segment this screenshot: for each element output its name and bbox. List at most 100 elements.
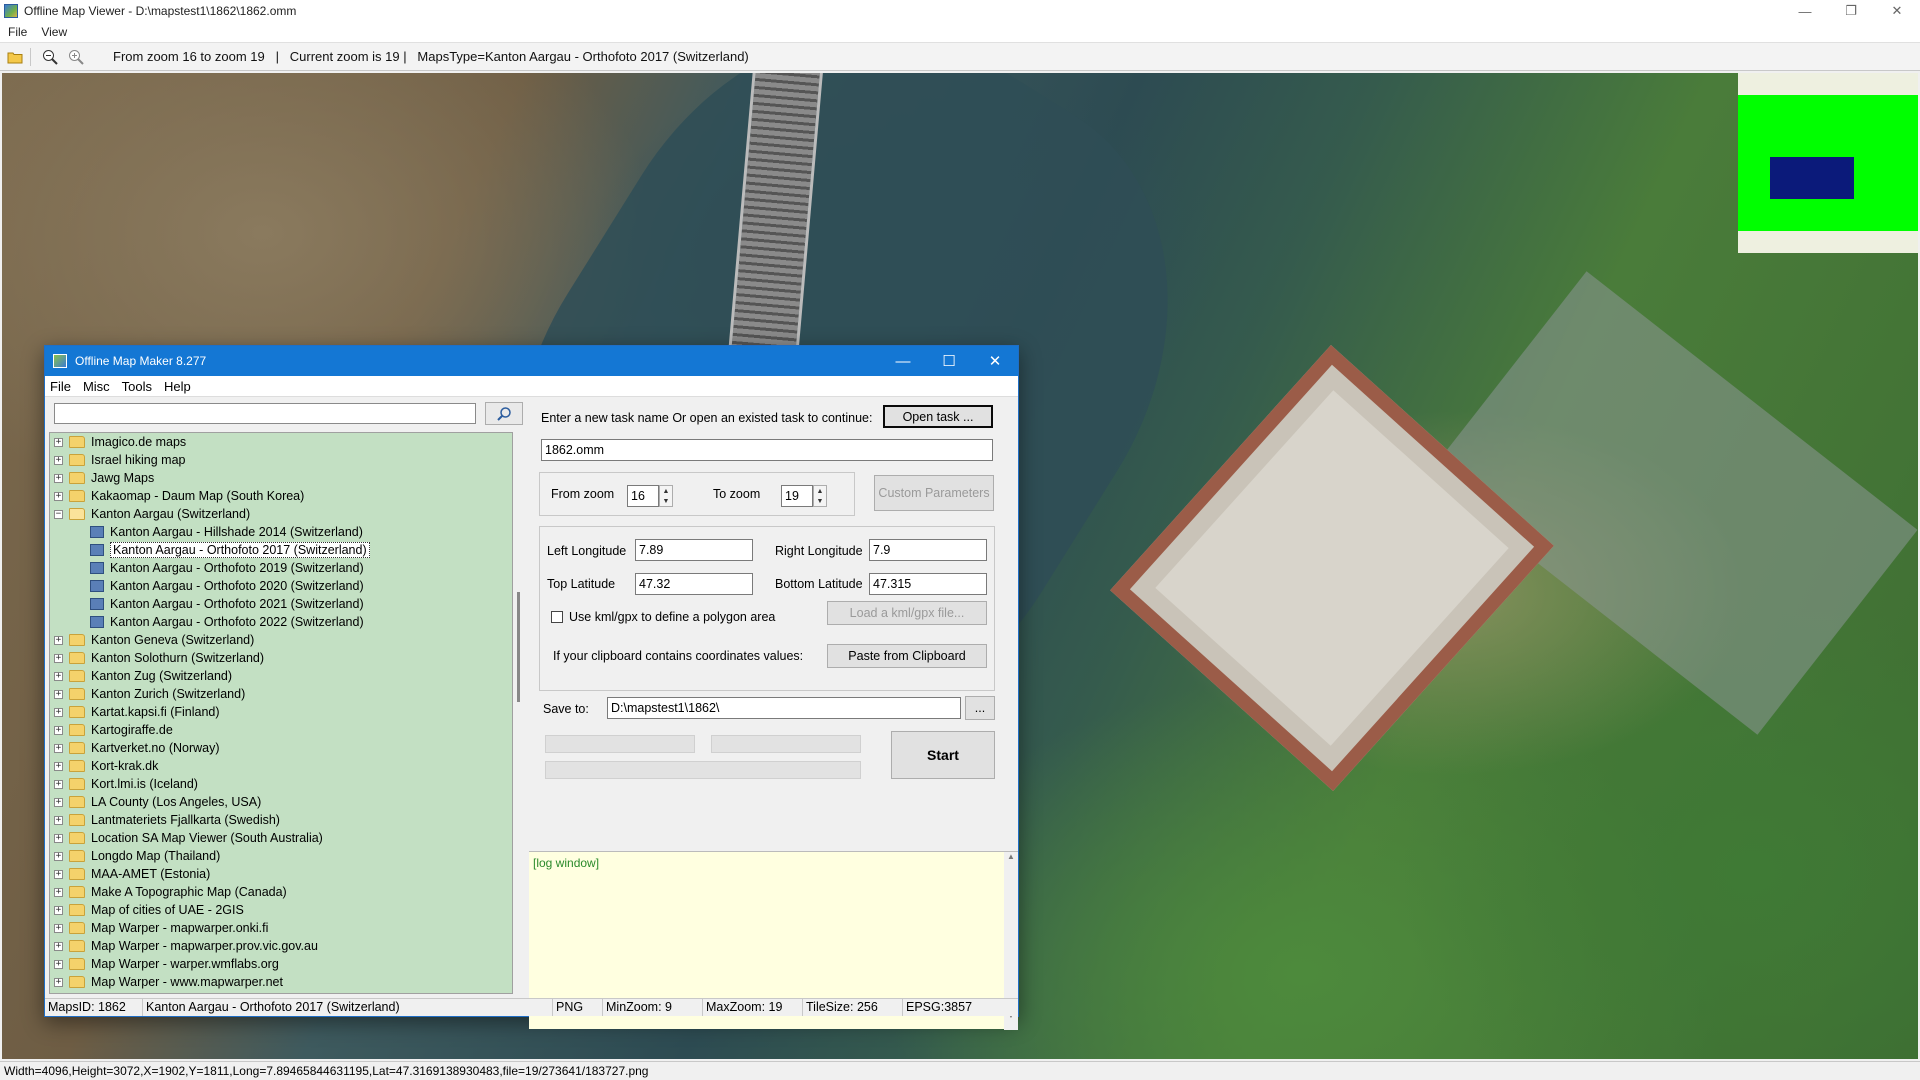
search-button[interactable] <box>485 402 523 425</box>
expand-icon[interactable]: + <box>54 779 63 789</box>
folder-icon <box>69 904 85 916</box>
custom-parameters-button[interactable]: Custom Parameters <box>874 475 994 511</box>
tree-folder-item[interactable]: + Location SA Map Viewer (South Australia… <box>50 829 512 847</box>
expand-icon[interactable]: + <box>54 653 63 663</box>
tree-map-item[interactable]: Kanton Aargau - Orthofoto 2022 (Switzerl… <box>50 613 512 631</box>
tree-folder-item[interactable]: + Kartogiraffe.de <box>50 721 512 739</box>
collapse-icon[interactable]: − <box>54 509 63 519</box>
maps-tree[interactable]: + Imagico.de maps + Israel hiking map + Jawg … <box>49 432 513 994</box>
tree-map-item[interactable]: Kanton Aargau - Hillshade 2014 (Switzerl… <box>50 523 512 541</box>
task-name-input[interactable]: 1862.omm <box>541 439 993 461</box>
from-zoom-spinner[interactable]: ▲ ▼ <box>659 485 673 507</box>
expand-icon[interactable]: + <box>54 743 63 753</box>
dialog-menu-help[interactable]: Help <box>164 379 191 394</box>
expand-icon[interactable]: + <box>54 833 63 843</box>
zoom-in-icon[interactable] <box>65 46 87 68</box>
use-kml-checkbox[interactable] <box>551 611 563 623</box>
expand-icon[interactable]: + <box>54 707 63 717</box>
load-kml-button[interactable]: Load a kml/gpx file... <box>827 601 987 625</box>
to-zoom-input[interactable]: 19 <box>781 485 813 507</box>
tree-folder-item[interactable]: + Map Warper - mapwarper.onki.fi <box>50 919 512 937</box>
expand-icon[interactable]: + <box>54 671 63 681</box>
tree-folder-item[interactable]: + Kartverket.no (Norway) <box>50 739 512 757</box>
bottom-latitude-input[interactable]: 47.315 <box>869 573 987 595</box>
map-layer-icon <box>90 562 104 574</box>
tree-folder-item[interactable]: + Map Warper - warper.wmflabs.org <box>50 955 512 973</box>
expand-icon[interactable]: + <box>54 977 63 987</box>
tree-item-label: Israel hiking map <box>91 453 186 467</box>
tree-folder-item[interactable]: + Imagico.de maps <box>50 433 512 451</box>
tree-folder-item[interactable]: + Israel hiking map <box>50 451 512 469</box>
tree-map-item[interactable]: Kanton Aargau - Orthofoto 2019 (Switzerl… <box>50 559 512 577</box>
expand-icon[interactable]: + <box>54 851 63 861</box>
expand-icon[interactable]: + <box>54 941 63 951</box>
toolbar-separator <box>30 47 31 66</box>
tree-folder-item[interactable]: + Map Warper - mapwarper.prov.vic.gov.au <box>50 937 512 955</box>
expand-icon[interactable]: + <box>54 887 63 897</box>
close-button[interactable]: ✕ <box>1874 0 1920 22</box>
tree-folder-item[interactable]: + Kort.lmi.is (Iceland) <box>50 775 512 793</box>
maximize-button[interactable]: ❐ <box>1828 0 1874 22</box>
dialog-menu-file[interactable]: File <box>50 379 71 394</box>
expand-icon[interactable]: + <box>54 437 63 447</box>
tree-folder-item[interactable]: + Kanton Geneva (Switzerland) <box>50 631 512 649</box>
tree-folder-item[interactable]: + MAA-AMET (Estonia) <box>50 865 512 883</box>
menu-file[interactable]: File <box>8 25 27 39</box>
browse-button[interactable]: ... <box>965 696 995 720</box>
tree-map-item[interactable]: Kanton Aargau - Orthofoto 2020 (Switzerl… <box>50 577 512 595</box>
expand-icon[interactable]: + <box>54 815 63 825</box>
tree-folder-item[interactable]: + Map Warper - www.mapwarper.net <box>50 973 512 991</box>
from-zoom-input[interactable]: 16 <box>627 485 659 507</box>
minimize-button[interactable]: — <box>1782 0 1828 22</box>
tree-scrollbar[interactable] <box>513 432 527 994</box>
expand-icon[interactable]: + <box>54 455 63 465</box>
overview-map[interactable] <box>1738 73 1918 253</box>
left-longitude-label: Left Longitude <box>547 544 627 558</box>
to-zoom-spinner[interactable]: ▲ ▼ <box>813 485 827 507</box>
tree-folder-item[interactable]: + Jawg Maps <box>50 469 512 487</box>
tree-folder-item[interactable]: + Kanton Solothurn (Switzerland) <box>50 649 512 667</box>
expand-icon[interactable]: + <box>54 905 63 915</box>
paste-clipboard-button[interactable]: Paste from Clipboard <box>827 644 987 668</box>
dialog-menu-tools[interactable]: Tools <box>122 379 152 394</box>
tree-folder-item[interactable]: + Kanton Zurich (Switzerland) <box>50 685 512 703</box>
open-folder-icon[interactable] <box>4 46 26 68</box>
map-search-input[interactable] <box>54 403 476 424</box>
tree-folder-item[interactable]: + Kanton Zug (Switzerland) <box>50 667 512 685</box>
save-to-input[interactable]: D:\mapstest1\1862\ <box>607 697 961 719</box>
tree-map-item[interactable]: Kanton Aargau - Orthofoto 2017 (Switzerl… <box>50 541 512 559</box>
tree-folder-item[interactable]: + Kort-krak.dk <box>50 757 512 775</box>
expand-icon[interactable]: + <box>54 725 63 735</box>
dialog-minimize-button[interactable]: — <box>880 346 926 376</box>
dialog-close-button[interactable]: ✕ <box>972 346 1018 376</box>
expand-icon[interactable]: + <box>54 869 63 879</box>
dialog-maximize-button[interactable]: ☐ <box>926 346 972 376</box>
tree-folder-item[interactable]: + Lantmateriets Fjallkarta (Swedish) <box>50 811 512 829</box>
expand-icon[interactable]: + <box>54 959 63 969</box>
tree-map-item[interactable]: Kanton Aargau - Orthofoto 2021 (Switzerl… <box>50 595 512 613</box>
tree-folder-item[interactable]: + Kakaomap - Daum Map (South Korea) <box>50 487 512 505</box>
dialog-menu-misc[interactable]: Misc <box>83 379 110 394</box>
open-task-button[interactable]: Open task ... <box>883 405 993 428</box>
expand-icon[interactable]: + <box>54 491 63 501</box>
expand-icon[interactable]: + <box>54 761 63 771</box>
right-longitude-input[interactable]: 7.9 <box>869 539 987 561</box>
expand-icon[interactable]: + <box>54 689 63 699</box>
expand-icon[interactable]: + <box>54 923 63 933</box>
tree-folder-item[interactable]: − Kanton Aargau (Switzerland) <box>50 505 512 523</box>
zoom-out-icon[interactable] <box>39 46 61 68</box>
tree-folder-item[interactable]: + Longdo Map (Thailand) <box>50 847 512 865</box>
overview-viewport-rect[interactable] <box>1770 157 1854 199</box>
start-button[interactable]: Start <box>891 731 995 779</box>
expand-icon[interactable]: + <box>54 797 63 807</box>
expand-icon[interactable]: + <box>54 473 63 483</box>
tree-folder-item[interactable]: + LA County (Los Angeles, USA) <box>50 793 512 811</box>
tree-folder-item[interactable]: + Kartat.kapsi.fi (Finland) <box>50 703 512 721</box>
tree-folder-item[interactable]: + Make A Topographic Map (Canada) <box>50 883 512 901</box>
map-maker-dialog: Offline Map Maker 8.277 — ☐ ✕ File Misc … <box>44 345 1019 1030</box>
top-latitude-input[interactable]: 47.32 <box>635 573 753 595</box>
tree-folder-item[interactable]: + Map of cities of UAE - 2GIS <box>50 901 512 919</box>
menu-view[interactable]: View <box>41 25 67 39</box>
expand-icon[interactable]: + <box>54 635 63 645</box>
left-longitude-input[interactable]: 7.89 <box>635 539 753 561</box>
